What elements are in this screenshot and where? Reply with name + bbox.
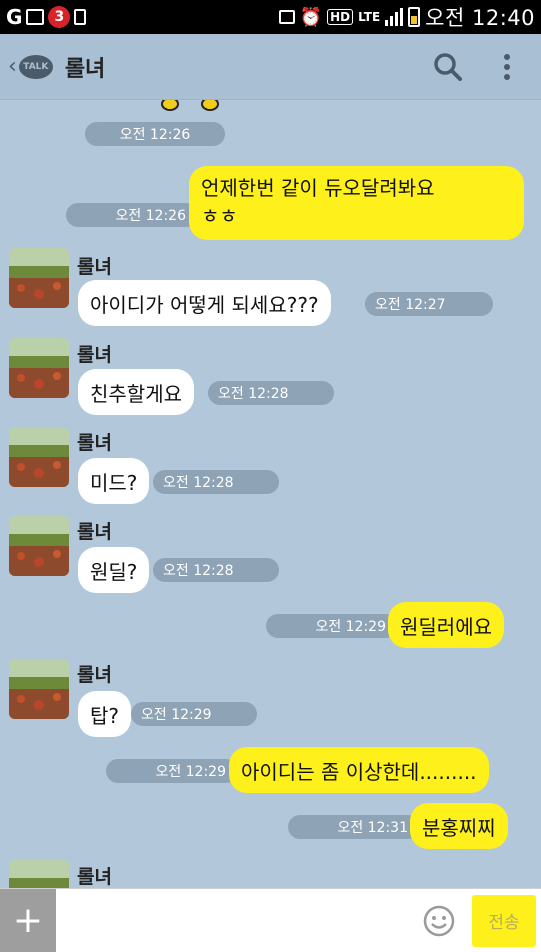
talk-icon[interactable]: TALK (18, 54, 53, 79)
alarm-icon: ⏰ (299, 6, 323, 28)
their-message-bubble[interactable]: 친추할게요 (78, 369, 194, 415)
search-icon[interactable] (433, 52, 463, 82)
message-input[interactable] (56, 888, 411, 952)
message-text: 탑? (90, 703, 120, 728)
avatar[interactable] (9, 516, 69, 576)
download-icon (74, 9, 87, 25)
message-text: 아이디는 좀 이상한데......... (241, 759, 477, 784)
message-time: 오전 12:29 (106, 759, 238, 783)
carrier-icon: G (6, 5, 23, 29)
avatar[interactable] (9, 659, 69, 719)
message-text: ㅎㅎ (201, 204, 238, 228)
message-time: 오전 12:29 (266, 614, 398, 638)
avatar[interactable] (9, 860, 69, 888)
my-message-bubble[interactable]: 아이디는 좀 이상한데......... (229, 747, 489, 793)
sender-name: 롤녀 (77, 664, 112, 686)
message-text: 원딜? (90, 559, 138, 584)
my-message-bubble[interactable]: 분홍찌찌 (410, 803, 508, 849)
message-text: 친추할게요 (90, 381, 182, 406)
sender-name: 롤녀 (77, 866, 112, 888)
send-label: 전송 (472, 894, 536, 947)
message-text: 아이디가 어떻게 되세요??? (90, 292, 319, 317)
screen-icon (278, 10, 295, 24)
emoticon-button[interactable] (411, 888, 467, 952)
status-bar: G 3 ⏰ HD LTE 오전 12:40 (0, 0, 541, 34)
attach-plus-button[interactable]: + (0, 888, 56, 952)
message-time: 오전 12:28 (153, 470, 279, 494)
message-time: 오전 12:31 (288, 815, 420, 839)
message-text: 분홍찌찌 (422, 815, 496, 840)
message-time: 오전 12:29 (131, 702, 257, 726)
my-message-bubble[interactable]: 원딜러에요 (388, 602, 504, 648)
gallery-icon (26, 9, 45, 25)
battery-icon (408, 7, 421, 27)
lte-label: LTE (358, 10, 381, 24)
message-time: 오전 12:26 (66, 203, 198, 227)
my-message-bubble[interactable]: 언제한번 같이 듀오달려봐요 ㅎㅎ (189, 166, 524, 240)
chat-title: 롤녀 (64, 56, 106, 82)
signal-icon (385, 8, 404, 26)
their-message-bubble[interactable]: 탑? (78, 691, 132, 737)
avatar[interactable] (9, 427, 69, 487)
mascot-feet-icon (161, 100, 219, 111)
sender-name: 롤녀 (77, 256, 112, 278)
smiley-icon (423, 905, 455, 936)
chat-header: ‹ TALK 롤녀 (0, 34, 541, 100)
their-message-bubble[interactable]: 원딜? (78, 547, 150, 593)
more-menu-icon[interactable] (503, 53, 511, 81)
hd-badge: HD (327, 9, 354, 25)
message-time: 오전 12:27 (365, 292, 493, 316)
message-time: 오전 12:28 (153, 558, 279, 582)
sender-name: 롤녀 (77, 432, 112, 454)
sender-name: 롤녀 (77, 344, 112, 366)
sender-name: 롤녀 (77, 521, 112, 543)
avatar[interactable] (9, 338, 69, 398)
their-message-bubble[interactable]: 아이디가 어떻게 되세요??? (78, 280, 331, 326)
message-text: 원딜러에요 (400, 614, 492, 639)
message-input-bar: + 전송 (0, 888, 541, 952)
send-button[interactable]: 전송 (467, 888, 541, 952)
message-text: 미드? (90, 470, 138, 495)
message-time: 오전 12:26 (85, 122, 225, 146)
chat-area[interactable]: 오전 12:26 오전 12:26 언제한번 같이 듀오달려봐요 ㅎㅎ 롤녀 오… (0, 100, 541, 888)
avatar[interactable] (9, 248, 69, 308)
plus-icon: + (12, 900, 44, 941)
message-text: 언제한번 같이 듀오달려봐요 (201, 176, 435, 200)
their-message-bubble[interactable]: 미드? (78, 458, 150, 504)
status-time: 오전 12:40 (425, 6, 535, 30)
message-time: 오전 12:28 (208, 381, 334, 405)
back-icon[interactable]: ‹ (8, 54, 17, 79)
notification-badge: 3 (48, 6, 71, 28)
